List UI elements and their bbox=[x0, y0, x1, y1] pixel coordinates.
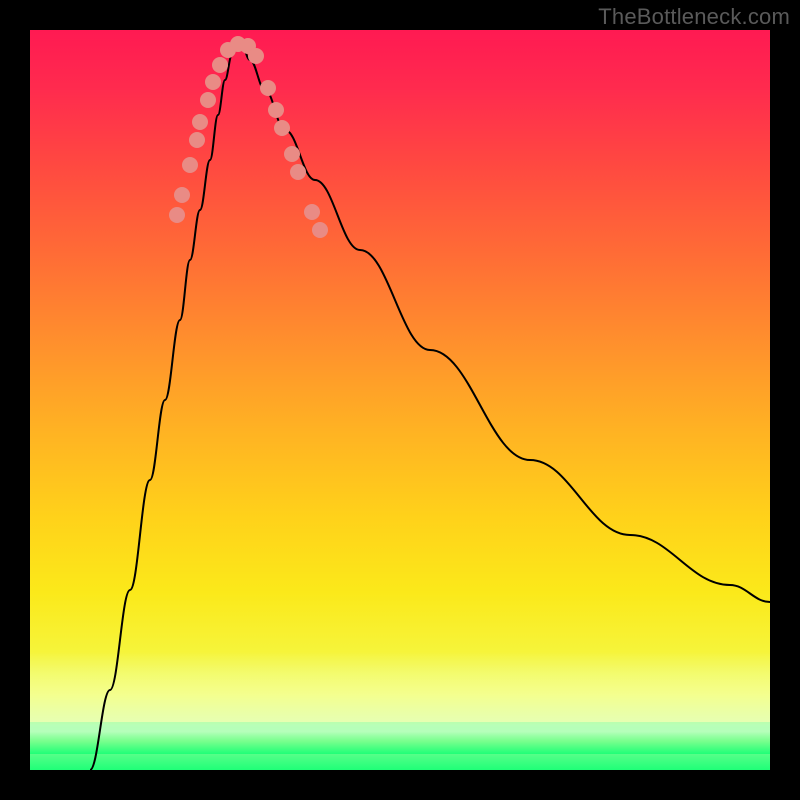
left-dot-7 bbox=[205, 74, 221, 90]
left-dot-6 bbox=[200, 92, 216, 108]
right-dot-6 bbox=[304, 204, 320, 220]
bottom-dot-5 bbox=[248, 48, 264, 64]
right-dot-3 bbox=[274, 120, 290, 136]
left-dot-2 bbox=[174, 187, 190, 203]
right-dot-7 bbox=[312, 222, 328, 238]
data-points-group bbox=[169, 36, 328, 238]
chart-svg bbox=[30, 30, 770, 770]
right-dot-5 bbox=[290, 164, 306, 180]
plot-frame bbox=[30, 30, 770, 770]
right-dot-4 bbox=[284, 146, 300, 162]
right-dot-2 bbox=[268, 102, 284, 118]
left-dot-3 bbox=[182, 157, 198, 173]
left-dot-5 bbox=[192, 114, 208, 130]
curve-group bbox=[90, 40, 770, 770]
curve-left-branch bbox=[90, 40, 240, 770]
left-dot-1 bbox=[169, 207, 185, 223]
watermark-text: TheBottleneck.com bbox=[598, 4, 790, 30]
left-dot-4 bbox=[189, 132, 205, 148]
curve-right-branch bbox=[240, 40, 770, 602]
right-dot-1 bbox=[260, 80, 276, 96]
bottom-dot-1 bbox=[212, 57, 228, 73]
